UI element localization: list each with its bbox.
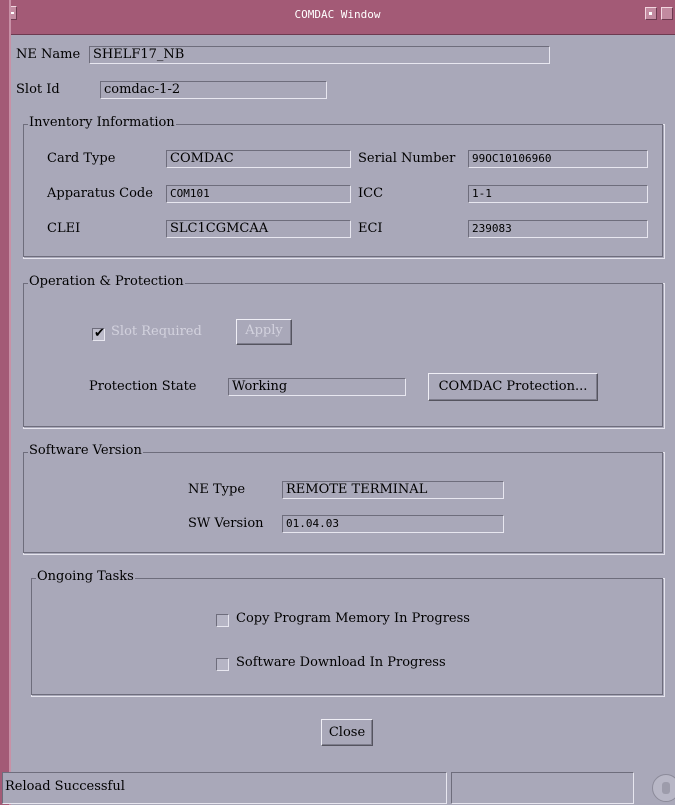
card-type-field[interactable]: COMDAC bbox=[166, 150, 351, 168]
ne-name-field[interactable]: SHELF17_NB bbox=[89, 46, 550, 64]
slot-id-field[interactable]: comdac-1-2 bbox=[100, 81, 327, 99]
minimize-icon bbox=[649, 12, 652, 15]
status-field-secondary bbox=[451, 772, 634, 804]
serial-number-label: Serial Number bbox=[358, 151, 456, 166]
copy-program-memory-checkbox[interactable] bbox=[216, 614, 229, 627]
software-version-group: Software Version NE Type REMOTE TERMINAL… bbox=[23, 443, 665, 555]
apparatus-code-label: Apparatus Code bbox=[47, 186, 153, 201]
icc-label: ICC bbox=[358, 186, 384, 201]
comdac-protection-button[interactable]: COMDAC Protection... bbox=[428, 373, 598, 401]
operation-protection-group-title: Operation & Protection bbox=[28, 274, 185, 289]
status-bar: Reload Successful bbox=[2, 771, 675, 805]
serial-number-field[interactable]: 99OC10106960 bbox=[468, 150, 648, 168]
clei-label: CLEI bbox=[47, 221, 81, 236]
window-title: COMDAC Window bbox=[294, 8, 381, 21]
close-button[interactable]: Close bbox=[321, 719, 373, 746]
operation-protection-group: Operation & Protection ✔ Slot Required A… bbox=[23, 274, 665, 429]
icc-field[interactable]: 1-1 bbox=[468, 185, 648, 203]
inventory-group-title: Inventory Information bbox=[28, 115, 176, 130]
status-indicator-icon bbox=[652, 774, 675, 802]
comdac-window: COMDAC Window NE Name SHELF17_NB Slot Id… bbox=[0, 0, 675, 805]
status-message: Reload Successful bbox=[2, 772, 447, 804]
minimize-button[interactable] bbox=[645, 7, 657, 20]
sw-version-label: SW Version bbox=[188, 516, 264, 531]
slot-id-label: Slot Id bbox=[16, 82, 60, 97]
card-type-label: Card Type bbox=[47, 151, 116, 166]
maximize-button[interactable] bbox=[661, 7, 673, 20]
protection-state-label: Protection State bbox=[89, 379, 197, 394]
eci-label: ECI bbox=[358, 221, 383, 236]
ongoing-tasks-group-title: Ongoing Tasks bbox=[36, 569, 135, 584]
software-download-label: Software Download In Progress bbox=[236, 655, 446, 670]
software-version-group-title: Software Version bbox=[28, 443, 143, 458]
ne-name-label: NE Name bbox=[16, 47, 81, 62]
software-download-checkbox[interactable] bbox=[216, 658, 229, 671]
protection-state-field[interactable]: Working bbox=[228, 378, 406, 396]
apparatus-code-field[interactable]: COM101 bbox=[166, 185, 351, 203]
window-frame-left bbox=[0, 0, 9, 805]
eci-field[interactable]: 239083 bbox=[468, 220, 648, 238]
ne-type-field[interactable]: REMOTE TERMINAL bbox=[282, 481, 504, 499]
slot-required-checkbox[interactable]: ✔ bbox=[92, 326, 105, 341]
title-bar[interactable]: COMDAC Window bbox=[0, 0, 675, 35]
ne-type-label: NE Type bbox=[188, 482, 246, 497]
inventory-group: Inventory Information Card Type COMDAC S… bbox=[23, 115, 665, 259]
window-content: NE Name SHELF17_NB Slot Id comdac-1-2 In… bbox=[11, 35, 675, 805]
ongoing-tasks-group: Ongoing Tasks Copy Program Memory In Pro… bbox=[31, 569, 665, 697]
slot-required-label: Slot Required bbox=[111, 324, 202, 339]
sw-version-field[interactable]: 01.04.03 bbox=[282, 515, 504, 533]
clei-field[interactable]: SLC1CGMCAA bbox=[166, 220, 351, 238]
copy-program-memory-label: Copy Program Memory In Progress bbox=[236, 611, 470, 626]
checkmark-icon: ✔ bbox=[94, 326, 105, 341]
apply-button[interactable]: Apply bbox=[236, 319, 292, 345]
